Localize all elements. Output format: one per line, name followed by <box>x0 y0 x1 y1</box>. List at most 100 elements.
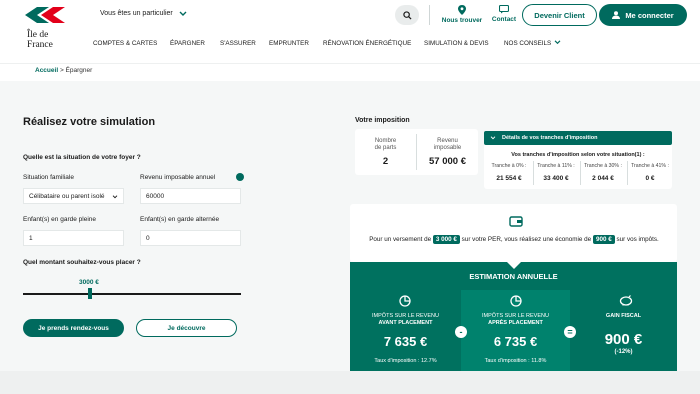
location-pin-icon <box>458 5 466 15</box>
breadcrumb: Accueil > Épargner <box>35 67 92 74</box>
parts-label-line-1: Nombre <box>374 138 397 144</box>
chevron-down-icon <box>554 40 561 45</box>
gain-fiscal-label: GAIN FISCAL <box>605 313 642 319</box>
revenu-imposable-label-line-1: Revenu <box>437 138 458 144</box>
breadcrumb-current: Épargner <box>65 67 93 74</box>
nav-comptes-cartes[interactable]: COMPTES & CARTES <box>93 40 157 47</box>
contact-link[interactable]: Contact <box>488 5 520 23</box>
message-part-3: sur vos impôts. <box>616 236 659 243</box>
credit-agricole-logo-icon[interactable] <box>23 5 67 25</box>
minus-operator: - <box>455 326 467 338</box>
site-header: Île de France Vous êtes un particulier N… <box>0 0 700 63</box>
tranches-header-label: Détails de vos tranches d'imposition <box>502 135 598 141</box>
apres-placement-value: 6 735 € <box>493 334 538 349</box>
nav-emprunter[interactable]: EMPRUNTER <box>269 40 309 47</box>
estimation-title: ESTIMATION ANNUELLE <box>469 272 558 281</box>
pie-chart-icon <box>510 295 522 307</box>
economie-amount-badge: 900 € <box>592 235 615 244</box>
nav-simulation-devis[interactable]: SIMULATION & DEVIS <box>424 40 489 47</box>
audience-label: Vous êtes un particulier <box>100 10 173 17</box>
logo-line-1: Île de <box>27 30 49 40</box>
chevron-down-icon <box>490 136 496 140</box>
apres-placement-label: IMPÔTS SUR LE REVENU APRÈS PLACEMENT <box>461 313 570 327</box>
pie-chart-icon <box>399 295 411 307</box>
me-connecter-label: Me connecter <box>625 10 674 20</box>
economie-card <box>350 204 677 262</box>
devenir-client-label: Devenir Client <box>534 10 585 20</box>
tranche-value: 2 044 € <box>592 175 614 182</box>
piggy-bank-icon <box>619 295 633 306</box>
enfants-pleine-input[interactable]: 1 <box>23 230 124 246</box>
parts-label: Nombre de parts <box>355 138 416 152</box>
nav-renovation-energetique[interactable]: RÉNOVATION ÉNERGÉTIQUE <box>323 40 411 47</box>
revenu-imposable-label: Revenu imposable <box>417 138 478 152</box>
user-icon <box>612 11 621 19</box>
chevron-down-icon <box>179 11 187 16</box>
avant-placement-value: 7 635 € <box>383 334 428 349</box>
me-connecter-button[interactable]: Me connecter <box>599 4 687 26</box>
nav-nos-conseils[interactable]: NOS CONSEILS <box>504 40 551 47</box>
avant-label-line-2: AVANT PLACEMENT <box>378 320 433 326</box>
footer-band <box>0 371 700 394</box>
je-decouvre-label: Je découvre <box>167 324 206 332</box>
apres-label-line-2: APRÈS PLACEMENT <box>488 320 543 326</box>
situation-value: Célibataire ou parent isolé <box>29 192 105 200</box>
tranche-label: Tranche à 11% : <box>537 163 575 169</box>
enfants-alternee-input[interactable]: 0 <box>140 230 241 246</box>
tranche-label: Tranche à 30% : <box>584 163 622 169</box>
message-part-2: sur votre PER, vous réalisez une économi… <box>461 236 592 243</box>
parts-value: 2 <box>382 156 389 167</box>
slider-value: 3000 € <box>79 279 99 286</box>
enfants-pleine-label: Enfant(s) en garde pleine <box>23 216 96 223</box>
header-divider <box>429 5 430 25</box>
prendre-rendez-vous-label: Je prends rendez-vous <box>38 324 109 332</box>
tranche-value: 33 400 € <box>543 175 569 182</box>
montant-slider-track[interactable] <box>23 293 241 295</box>
tranche-value: 21 554 € <box>496 175 522 182</box>
question-foyer: Quelle est la situation de votre foyer ? <box>23 154 141 161</box>
situation-select[interactable]: Célibataire ou parent isolé <box>23 188 124 204</box>
nav-s-assurer[interactable]: S'ASSURER <box>220 40 256 47</box>
message-part-1: Pour un versement de <box>369 236 432 243</box>
devenir-client-button[interactable]: Devenir Client <box>522 4 597 26</box>
apres-taux: Taux d'imposition : 11.8% <box>484 358 547 364</box>
situation-label: Situation familiale <box>23 174 74 181</box>
audience-selector[interactable]: Vous êtes un particulier <box>100 10 187 17</box>
tranche-label: Tranche à 0% : <box>491 163 527 169</box>
logo-line-2: France <box>27 40 53 50</box>
economie-message: Pour un versement de 3 000 € sur votre P… <box>355 235 673 244</box>
search-button[interactable] <box>395 5 419 25</box>
tranches-subtitle: Vos tranches d'imposition selon votre si… <box>511 152 645 158</box>
versement-amount-badge: 3 000 € <box>432 235 460 244</box>
enfants-alternee-value: 0 <box>146 234 150 242</box>
revenu-value: 60000 <box>146 192 165 200</box>
prendre-rendez-vous-button[interactable]: Je prends rendez-vous <box>23 319 124 337</box>
je-decouvre-button[interactable]: Je découvre <box>136 319 237 337</box>
revenu-imposable-value: 57 000 € <box>429 156 466 167</box>
chat-bubble-icon <box>499 5 509 14</box>
logo-region: Île de France <box>27 30 53 50</box>
avant-label-line-1: IMPÔTS SUR LE REVENU <box>372 313 439 319</box>
tranche-label: Tranche à 41% : <box>631 163 669 169</box>
revenu-imposable-label-line-2: imposable <box>433 145 462 151</box>
info-icon[interactable] <box>236 173 244 181</box>
breadcrumb-home-link[interactable]: Accueil <box>35 67 58 74</box>
breadcrumb-bar <box>0 63 700 81</box>
equals-operator: = <box>564 326 576 338</box>
breadcrumb-separator: > <box>59 67 64 74</box>
nav-epargner[interactable]: ÉPARGNER <box>170 40 205 47</box>
pointer-triangle <box>507 262 521 269</box>
tranche-value: 0 € <box>645 175 655 182</box>
parts-label-line-2: de parts <box>374 145 397 151</box>
avant-placement-label: IMPÔTS SUR LE REVENU AVANT PLACEMENT <box>350 313 461 327</box>
gain-fiscal-value: 900 € <box>604 331 643 348</box>
page-title: Réalisez votre simulation <box>23 116 156 128</box>
tranches-toggle[interactable]: Détails de vos tranches d'imposition <box>484 131 672 145</box>
revenu-input[interactable]: 60000 <box>140 188 241 204</box>
montant-slider-thumb[interactable] <box>88 288 92 299</box>
question-montant: Quel montant souhaitez-vous placer ? <box>23 259 141 266</box>
enfants-alternee-label: Enfant(s) en garde alternée <box>140 216 220 223</box>
apres-label-line-1: IMPÔTS SUR LE REVENU <box>482 313 549 319</box>
nous-trouver-link[interactable]: Nous trouver <box>440 5 484 24</box>
search-icon <box>402 10 412 20</box>
